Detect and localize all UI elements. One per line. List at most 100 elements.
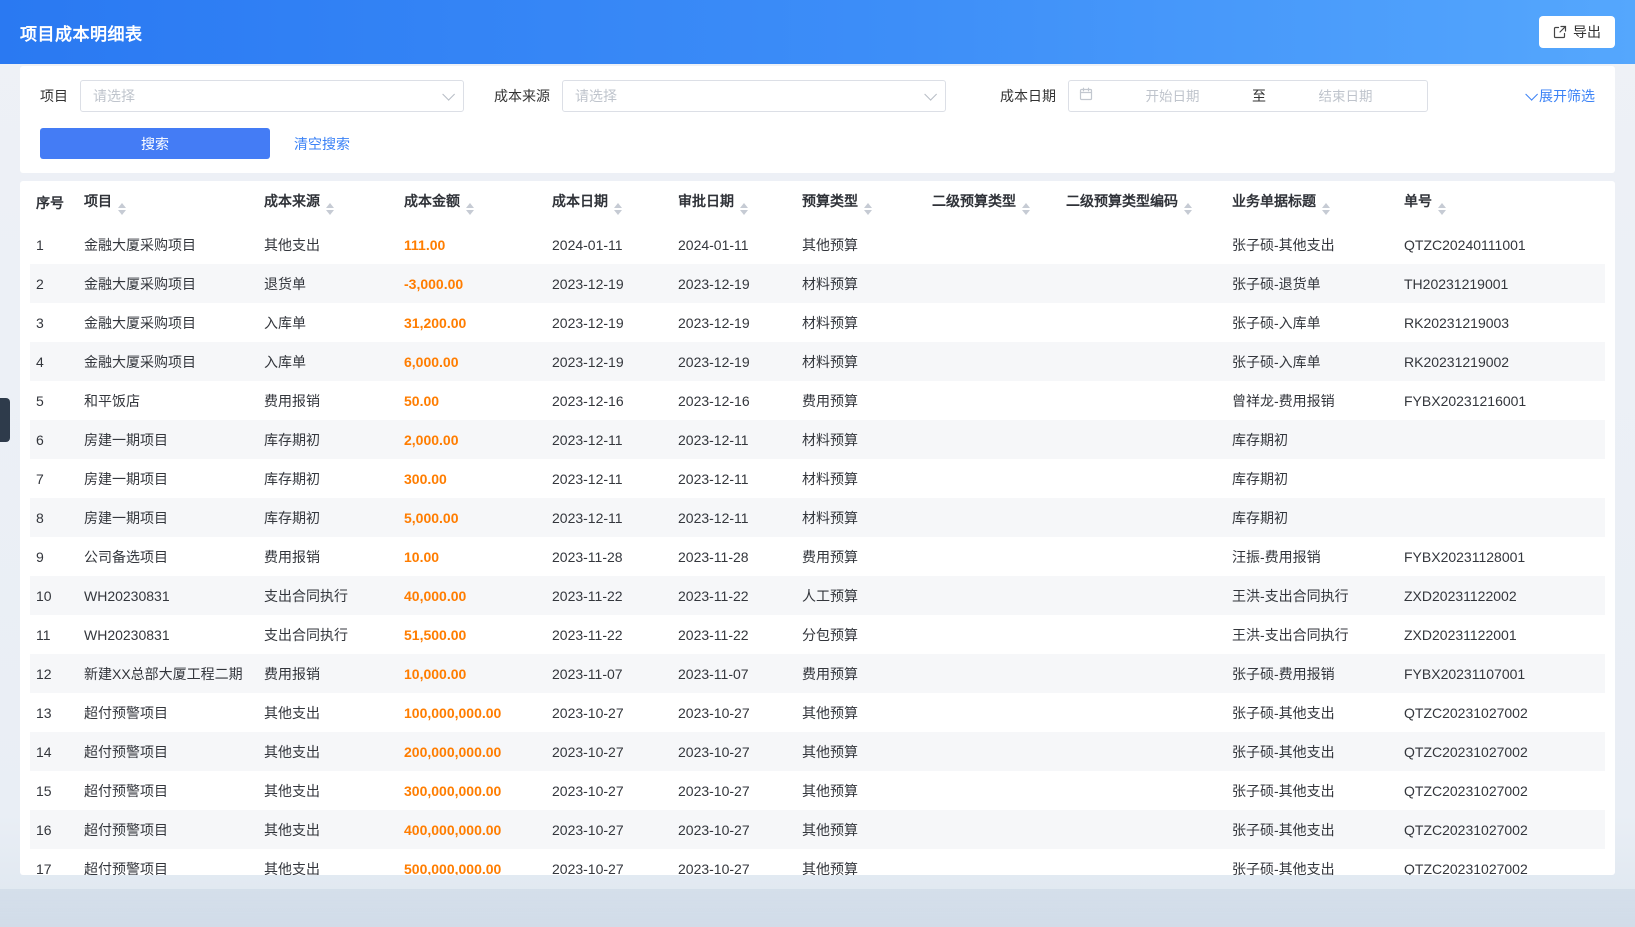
project-select[interactable]: 请选择: [80, 80, 464, 112]
cost-date-range-picker[interactable]: 至: [1068, 80, 1428, 112]
cost-source-select[interactable]: 请选择: [562, 80, 946, 112]
sort-icon[interactable]: [1184, 203, 1192, 215]
table-cell: 张子硕-费用报销: [1226, 654, 1398, 693]
sidebar-collapse-handle[interactable]: [0, 398, 10, 442]
table-cell: 材料预算: [796, 459, 926, 498]
table-row: 2金融大厦采购项目退货单-3,000.002023-12-192023-12-1…: [30, 264, 1605, 303]
table-cell: 200,000,000.00: [398, 732, 546, 771]
table-cell: 40,000.00: [398, 576, 546, 615]
table-cell: 10,000.00: [398, 654, 546, 693]
table-cell: [926, 498, 1060, 537]
table-cell: [1060, 381, 1226, 420]
table-cell: [926, 342, 1060, 381]
table-cell: 2023-12-11: [546, 420, 672, 459]
column-header-4[interactable]: 成本日期: [546, 181, 672, 225]
table-cell: [926, 849, 1060, 875]
table-cell: 库存期初: [1226, 459, 1398, 498]
table-row: 3金融大厦采购项目入库单31,200.002023-12-192023-12-1…: [30, 303, 1605, 342]
table-cell: FYBX20231107001: [1398, 654, 1605, 693]
table-cell: [1060, 537, 1226, 576]
table-cell: 超付预警项目: [78, 810, 258, 849]
sort-icon[interactable]: [614, 203, 622, 215]
page-title: 项目成本明细表: [20, 20, 143, 45]
table-cell: [1060, 498, 1226, 537]
table-cell: 16: [30, 810, 78, 849]
table-cell: 2023-10-27: [546, 732, 672, 771]
table-cell: 300,000,000.00: [398, 771, 546, 810]
sort-icon[interactable]: [1322, 203, 1330, 215]
table-cell: 房建一期项目: [78, 420, 258, 459]
table-cell: QTZC20231027002: [1398, 732, 1605, 771]
column-header-2[interactable]: 成本来源: [258, 181, 398, 225]
column-header-7[interactable]: 二级预算类型: [926, 181, 1060, 225]
table-cell: 入库单: [258, 303, 398, 342]
expand-filters-link[interactable]: 展开筛选: [1525, 86, 1595, 106]
clear-search-link[interactable]: 清空搜索: [294, 134, 350, 154]
table-cell: 房建一期项目: [78, 498, 258, 537]
table-cell: 王洪-支出合同执行: [1226, 576, 1398, 615]
table-cell: [926, 537, 1060, 576]
table-cell: 2023-10-27: [546, 771, 672, 810]
table-row: 5和平饭店费用报销50.002023-12-162023-12-16费用预算曾祥…: [30, 381, 1605, 420]
table-cell: 10.00: [398, 537, 546, 576]
table-cell: 2024-01-11: [546, 225, 672, 264]
table-cell: 2023-12-16: [546, 381, 672, 420]
start-date-input[interactable]: [1101, 89, 1244, 104]
sort-icon[interactable]: [118, 203, 126, 215]
sort-icon[interactable]: [740, 203, 748, 215]
table-cell: 2023-12-11: [546, 459, 672, 498]
column-header-5[interactable]: 审批日期: [672, 181, 796, 225]
table-cell: [926, 810, 1060, 849]
table-cell: 超付预警项目: [78, 732, 258, 771]
table-cell: 2023-10-27: [672, 810, 796, 849]
column-header-8[interactable]: 二级预算类型编码: [1060, 181, 1226, 225]
table-cell: 1: [30, 225, 78, 264]
column-header-1[interactable]: 项目: [78, 181, 258, 225]
table-cell: QTZC20231027002: [1398, 810, 1605, 849]
table-cell: 超付预警项目: [78, 771, 258, 810]
table-cell: QTZC20231027002: [1398, 849, 1605, 875]
table-cell: 曾祥龙-费用报销: [1226, 381, 1398, 420]
table-row: 12新建XX总部大厦工程二期费用报销10,000.002023-11-07202…: [30, 654, 1605, 693]
column-header-10[interactable]: 单号: [1398, 181, 1605, 225]
table-cell: 15: [30, 771, 78, 810]
table-row: 11WH20230831支出合同执行51,500.002023-11-22202…: [30, 615, 1605, 654]
table-cell: [926, 732, 1060, 771]
search-button[interactable]: 搜索: [40, 128, 270, 159]
table-cell: 和平饭店: [78, 381, 258, 420]
column-header-3[interactable]: 成本金额: [398, 181, 546, 225]
column-header-label: 项目: [84, 193, 112, 209]
source-filter-label: 成本来源: [494, 86, 550, 106]
table-cell: 10: [30, 576, 78, 615]
end-date-input[interactable]: [1274, 89, 1417, 104]
table-cell: 3: [30, 303, 78, 342]
table-cell: 其他预算: [796, 732, 926, 771]
column-header-9[interactable]: 业务单据标题: [1226, 181, 1398, 225]
table-cell: [926, 303, 1060, 342]
table-cell: 其他预算: [796, 771, 926, 810]
sort-icon[interactable]: [1022, 203, 1030, 215]
table-cell: 其他支出: [258, 810, 398, 849]
table-cell: 其他预算: [796, 225, 926, 264]
table-cell: [1060, 693, 1226, 732]
table-cell: 50.00: [398, 381, 546, 420]
table-cell: [1060, 849, 1226, 875]
table-cell: [926, 654, 1060, 693]
table-cell: 张子硕-退货单: [1226, 264, 1398, 303]
sort-icon[interactable]: [1438, 203, 1446, 215]
table-cell: 2: [30, 264, 78, 303]
column-header-6[interactable]: 预算类型: [796, 181, 926, 225]
table-cell: 库存期初: [258, 498, 398, 537]
table-cell: 2023-10-27: [546, 693, 672, 732]
table-cell: [1398, 459, 1605, 498]
sort-icon[interactable]: [326, 203, 334, 215]
sort-icon[interactable]: [466, 203, 474, 215]
table-cell: 2023-10-27: [672, 771, 796, 810]
export-button[interactable]: 导出: [1539, 16, 1615, 48]
table-cell: ZXD20231122002: [1398, 576, 1605, 615]
table-cell: 2023-12-19: [546, 264, 672, 303]
table-cell: [1060, 615, 1226, 654]
table-cell: 费用预算: [796, 381, 926, 420]
table-cell: 2023-11-28: [546, 537, 672, 576]
sort-icon[interactable]: [864, 203, 872, 215]
